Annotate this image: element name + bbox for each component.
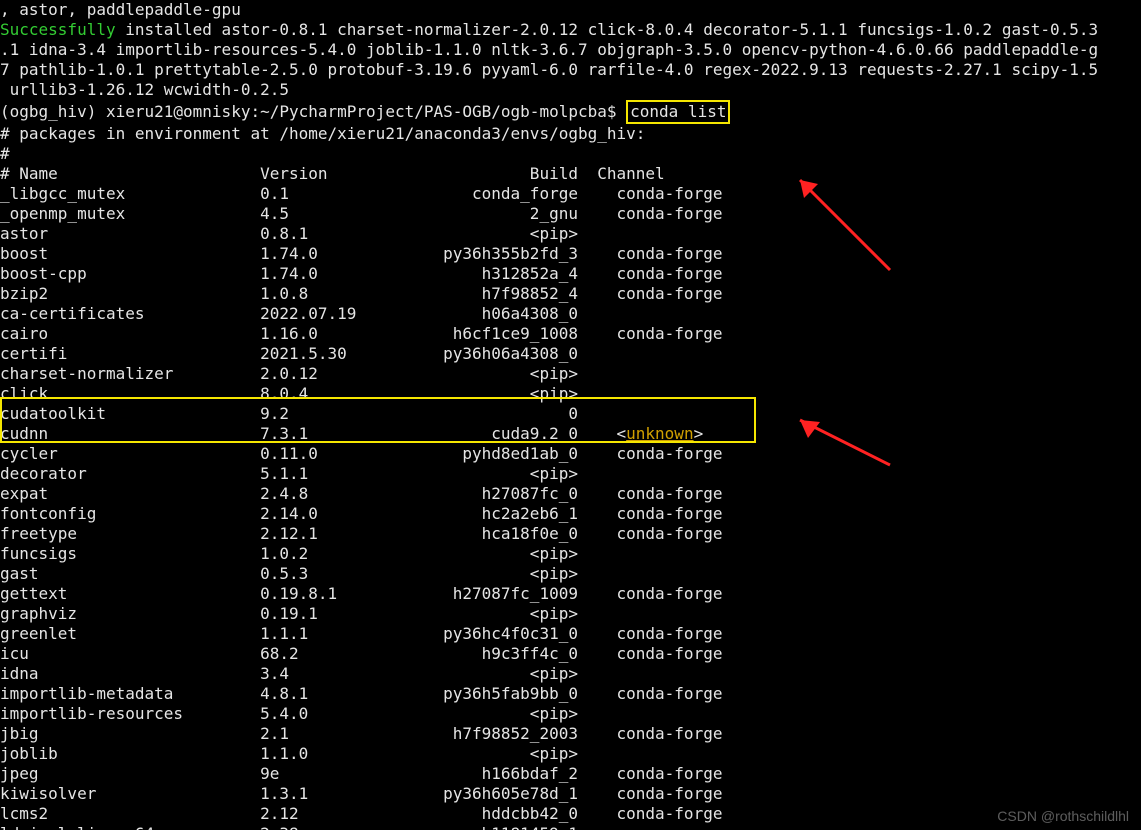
command-highlight: conda list bbox=[626, 100, 730, 124]
terminal-output: , astor, paddlepaddle-gpu Successfully i… bbox=[0, 0, 1141, 830]
watermark: CSDN @rothschildlhl bbox=[997, 808, 1129, 824]
